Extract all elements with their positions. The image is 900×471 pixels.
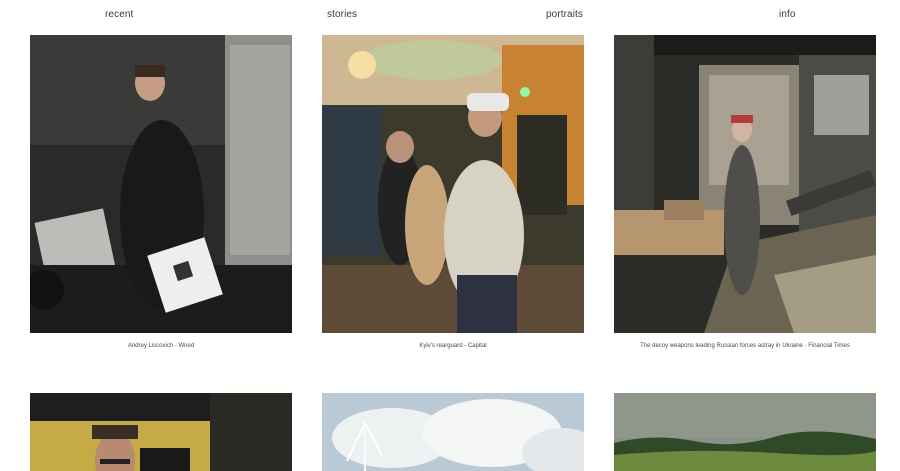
nav-stories[interactable]: stories [327, 9, 357, 20]
photo-vr-headset-man [322, 35, 584, 333]
nav-info[interactable]: info [779, 9, 796, 20]
nav-recent[interactable]: recent [105, 9, 133, 20]
photo-man-with-glasses [30, 393, 292, 471]
gallery-photo-6[interactable] [614, 393, 876, 471]
gallery-photo-3[interactable] [614, 35, 876, 333]
gallery-photo-4[interactable] [30, 393, 292, 471]
nav-portraits[interactable]: portraits [546, 9, 583, 20]
gallery-caption-2: Kyiv's rearguard - Capital [419, 343, 487, 349]
photo-factory-decoys [614, 35, 876, 333]
gallery-photo-1[interactable] [30, 35, 292, 333]
gallery-photo-2[interactable] [322, 35, 584, 333]
photo-wind-turbine-clouds [322, 393, 584, 471]
gallery-photo-5[interactable] [322, 393, 584, 471]
photo-man-with-box [30, 35, 292, 333]
gallery-caption-3: The decoy weapons leading Russian forces… [640, 343, 850, 349]
gallery-caption-1: Andrey Liscovich - Wired [127, 343, 195, 349]
photo-green-landscape [614, 393, 876, 471]
